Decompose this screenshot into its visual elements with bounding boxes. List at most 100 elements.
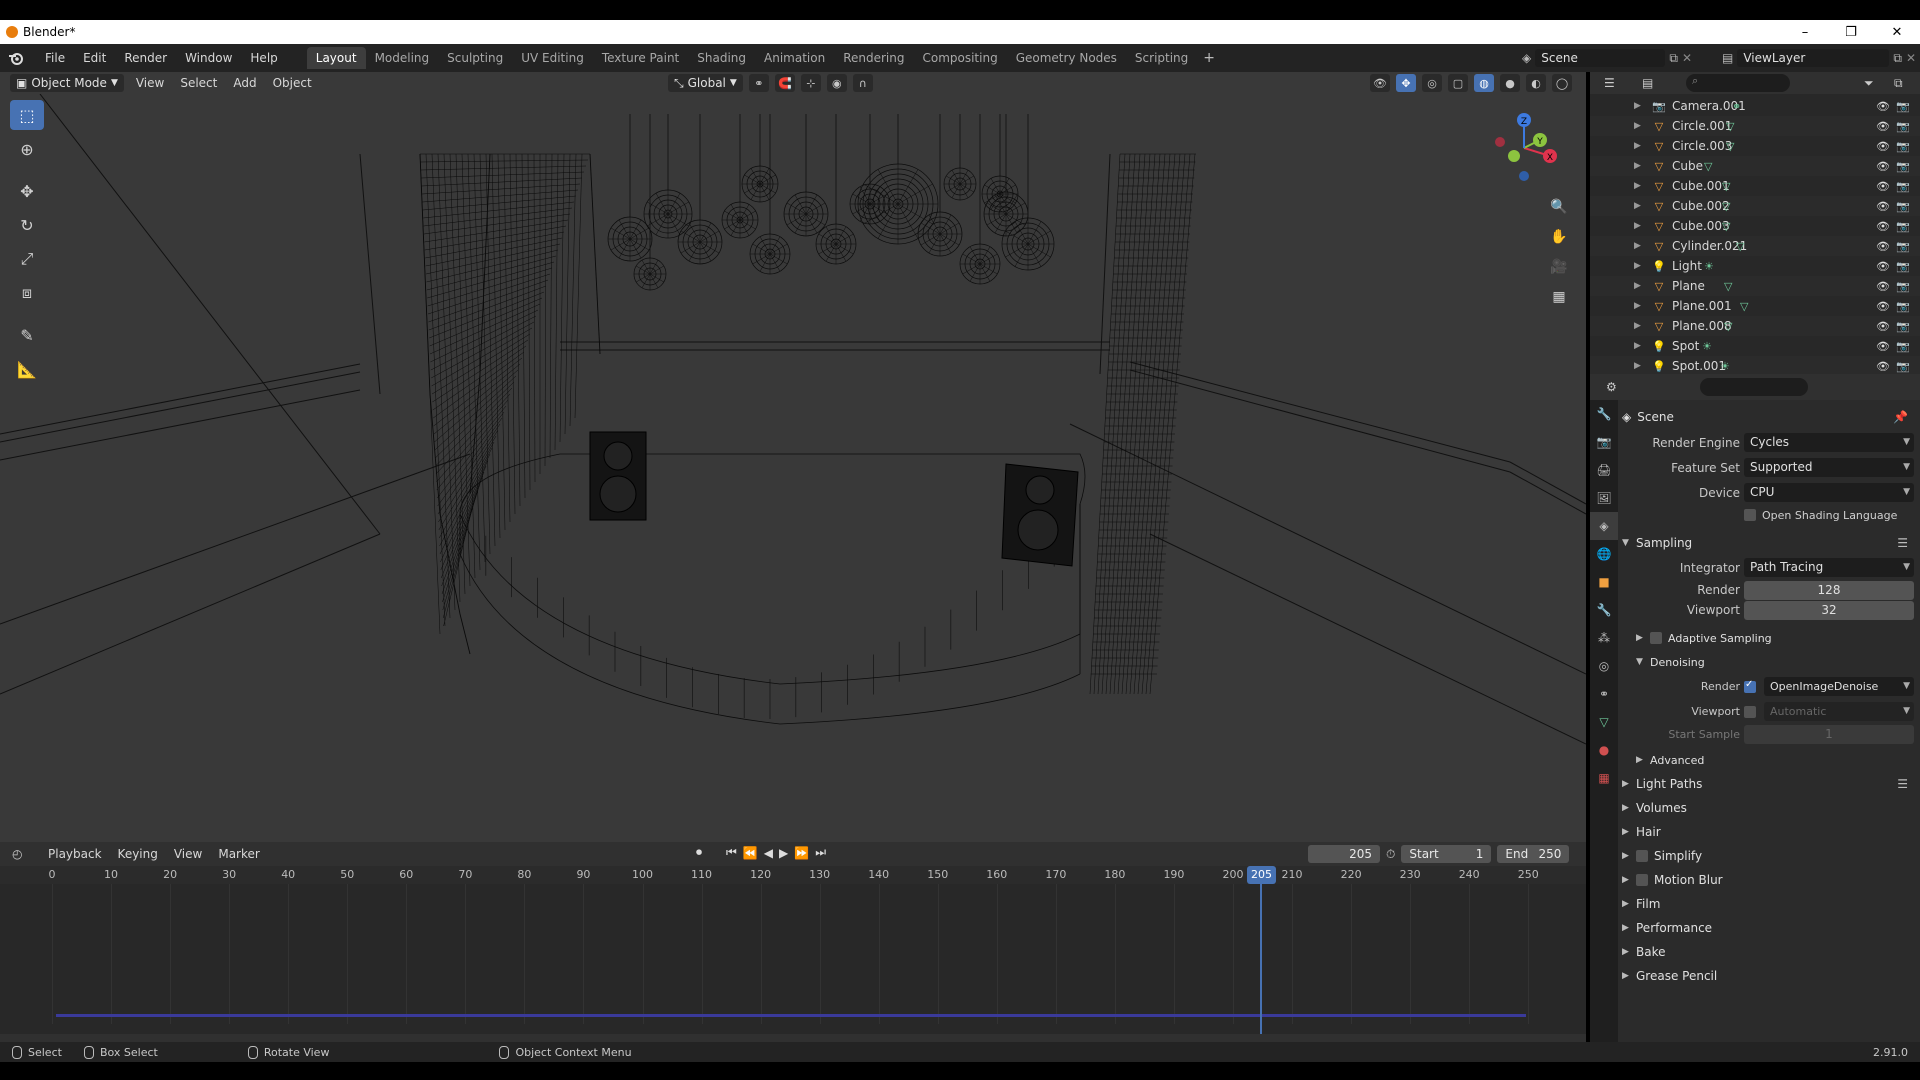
pin-icon[interactable]: 📌 bbox=[1893, 410, 1908, 424]
render-camera-icon[interactable]: 📷 bbox=[1896, 120, 1910, 133]
new-view-layer-icon[interactable]: ⧉ bbox=[1893, 51, 1902, 66]
tab-scripting[interactable]: Scripting bbox=[1126, 47, 1197, 69]
rendered-shading-icon[interactable]: ◯ bbox=[1552, 74, 1572, 92]
annotate-tool-icon[interactable]: ✎ bbox=[10, 320, 44, 350]
adaptive-sampling-checkbox[interactable] bbox=[1650, 632, 1662, 644]
render-camera-icon[interactable]: 📷 bbox=[1896, 320, 1910, 333]
expand-arrow-icon[interactable]: ▶ bbox=[1634, 201, 1641, 211]
expand-arrow-icon[interactable]: ▶ bbox=[1634, 181, 1641, 191]
expand-arrow-icon[interactable]: ▶ bbox=[1634, 141, 1641, 151]
mesh-data-icon[interactable]: ▽ bbox=[1724, 280, 1732, 293]
outliner-item-cube-003[interactable]: ▶ ▽ Cube.003 ▽ 👁 📷 bbox=[1590, 216, 1920, 236]
panel-performance[interactable]: ▶ Performance bbox=[1622, 916, 1916, 940]
render-camera-icon[interactable]: 📷 bbox=[1896, 200, 1910, 213]
expand-arrow-icon[interactable]: ▶ bbox=[1634, 121, 1641, 131]
mesh-data-icon[interactable]: ▽ bbox=[1736, 240, 1744, 253]
outliner-search-input[interactable]: ⌕ bbox=[1686, 74, 1790, 92]
maximize-button[interactable]: ❐ bbox=[1828, 20, 1874, 44]
sampling-panel-header[interactable]: ▼ Sampling ☰ bbox=[1622, 531, 1916, 555]
eye-icon[interactable]: 👁 bbox=[1876, 340, 1890, 353]
rotate-tool-icon[interactable]: ↻ bbox=[10, 210, 44, 240]
denoise-viewport-dropdown[interactable]: Automatic ▼ bbox=[1764, 702, 1914, 721]
menu-view[interactable]: View bbox=[128, 76, 172, 90]
3d-viewport[interactable]: ▣ Object Mode ▼ View Select Add Object ⤡… bbox=[0, 72, 1586, 842]
expand-arrow-icon[interactable]: ▶ bbox=[1634, 281, 1641, 291]
render-camera-icon[interactable]: 📷 bbox=[1896, 280, 1910, 293]
expand-arrow-icon[interactable]: ▶ bbox=[1634, 321, 1641, 331]
move-tool-icon[interactable]: ✥ bbox=[10, 176, 44, 206]
play-reverse-icon[interactable]: ◀ bbox=[764, 846, 773, 860]
panel-simplify[interactable]: ▶ Simplify bbox=[1622, 844, 1916, 868]
expand-arrow-icon[interactable]: ▶ bbox=[1634, 261, 1641, 271]
outliner-item-circle-001[interactable]: ▶ ▽ Circle.001 ▽ 👁 📷 bbox=[1590, 116, 1920, 136]
outliner-item-cube[interactable]: ▶ ▽ Cube ▽ 👁 📷 bbox=[1590, 156, 1920, 176]
eye-icon[interactable]: 👁 bbox=[1876, 120, 1890, 133]
light-data-icon[interactable]: ☀ bbox=[1720, 360, 1730, 373]
pivot-icon[interactable]: ⚭ bbox=[748, 74, 769, 92]
properties-editor-icon[interactable]: ⚙ bbox=[1606, 380, 1617, 394]
panel-enable-checkbox[interactable] bbox=[1636, 850, 1648, 862]
outliner-item-light[interactable]: ▶ 💡 Light ☀ 👁 📷 bbox=[1590, 256, 1920, 276]
camera-view-icon[interactable]: 🎥 bbox=[1546, 254, 1572, 280]
mesh-data-icon[interactable]: ▽ bbox=[1722, 180, 1730, 193]
outliner-item-plane-001[interactable]: ▶ ▽ Plane.001 ▽ 👁 📷 bbox=[1590, 296, 1920, 316]
display-mode-icon[interactable]: ▤ bbox=[1642, 76, 1653, 90]
eye-icon[interactable]: 👁 bbox=[1876, 320, 1890, 333]
render-camera-icon[interactable]: 📷 bbox=[1896, 340, 1910, 353]
object-tab-icon[interactable]: ■ bbox=[1590, 568, 1618, 596]
outliner-item-cube-001[interactable]: ▶ ▽ Cube.001 ▽ 👁 📷 bbox=[1590, 176, 1920, 196]
denoising-header[interactable]: ▼ Denoising bbox=[1622, 650, 1916, 674]
adaptive-sampling-header[interactable]: ▶ Adaptive Sampling bbox=[1622, 626, 1916, 650]
end-frame-field[interactable]: End 250 bbox=[1497, 845, 1570, 863]
cursor-tool-icon[interactable]: ⊕ bbox=[10, 134, 44, 164]
osl-checkbox[interactable]: Open Shading Language bbox=[1744, 509, 1897, 522]
record-icon[interactable]: ⏺ bbox=[696, 845, 702, 860]
menu-file[interactable]: File bbox=[36, 51, 74, 65]
outliner-item-plane[interactable]: ▶ ▽ Plane ▽ 👁 📷 bbox=[1590, 276, 1920, 296]
eye-icon[interactable]: 👁 bbox=[1876, 100, 1890, 113]
tab-rendering[interactable]: Rendering bbox=[834, 47, 913, 69]
menu-window[interactable]: Window bbox=[176, 51, 241, 65]
menu-select[interactable]: Select bbox=[172, 76, 225, 90]
mesh-data-icon[interactable]: ▽ bbox=[1740, 300, 1748, 313]
render-camera-icon[interactable]: 📷 bbox=[1896, 300, 1910, 313]
tab-geometry-nodes[interactable]: Geometry Nodes bbox=[1007, 47, 1126, 69]
delete-view-layer-icon[interactable]: ✕ bbox=[1906, 51, 1916, 65]
denoise-render-checkbox[interactable] bbox=[1744, 679, 1756, 693]
xray-icon[interactable]: ▢ bbox=[1448, 74, 1468, 92]
zoom-icon[interactable]: 🔍 bbox=[1546, 194, 1572, 220]
mode-dropdown[interactable]: ▣ Object Mode ▼ bbox=[10, 74, 124, 92]
falloff-icon[interactable]: ∩ bbox=[852, 74, 873, 92]
jump-start-icon[interactable]: ⏮ bbox=[726, 845, 737, 860]
outliner-item-cylinder-021[interactable]: ▶ ▽ Cylinder.021 ▽ 👁 📷 bbox=[1590, 236, 1920, 256]
tab-compositing[interactable]: Compositing bbox=[913, 47, 1006, 69]
gizmo-toggle-icon[interactable]: ✥ bbox=[1396, 74, 1416, 92]
eye-icon[interactable]: 👁 bbox=[1876, 140, 1890, 153]
panel-grease-pencil[interactable]: ▶ Grease Pencil bbox=[1622, 964, 1916, 988]
eye-icon[interactable]: 👁 bbox=[1876, 280, 1890, 293]
view-layer-tab-icon[interactable]: 🖼 bbox=[1590, 484, 1618, 512]
add-workspace-button[interactable]: + bbox=[1197, 50, 1221, 66]
tab-uv-editing[interactable]: UV Editing bbox=[512, 47, 593, 69]
eye-icon[interactable]: 👁 bbox=[1876, 160, 1890, 173]
panel-hair[interactable]: ▶ Hair bbox=[1622, 820, 1916, 844]
menu-object[interactable]: Object bbox=[265, 76, 320, 90]
render-camera-icon[interactable]: 📷 bbox=[1896, 140, 1910, 153]
menu-add[interactable]: Add bbox=[225, 76, 264, 90]
material-tab-icon[interactable]: ● bbox=[1590, 736, 1618, 764]
output-tab-icon[interactable]: 🖨 bbox=[1590, 456, 1618, 484]
tab-modeling[interactable]: Modeling bbox=[366, 47, 439, 69]
particles-tab-icon[interactable]: ⁂ bbox=[1590, 624, 1618, 652]
playhead[interactable] bbox=[1260, 884, 1262, 1034]
presets-list-icon[interactable]: ☰ bbox=[1897, 777, 1908, 791]
proportional-edit-icon[interactable]: ◉ bbox=[826, 74, 847, 92]
eye-icon[interactable]: 👁 bbox=[1876, 300, 1890, 313]
render-camera-icon[interactable]: 📷 bbox=[1896, 160, 1910, 173]
outliner-editor-icon[interactable]: ☰ bbox=[1604, 76, 1615, 90]
snap-icon[interactable]: 🧲 bbox=[774, 74, 795, 92]
scale-tool-icon[interactable]: ⤢ bbox=[10, 244, 44, 274]
snap-target-icon[interactable]: ⊹ bbox=[800, 74, 821, 92]
presets-list-icon[interactable]: ☰ bbox=[1897, 536, 1908, 550]
expand-arrow-icon[interactable]: ▶ bbox=[1634, 241, 1641, 251]
scene-tab-icon[interactable]: ◈ bbox=[1590, 512, 1618, 540]
